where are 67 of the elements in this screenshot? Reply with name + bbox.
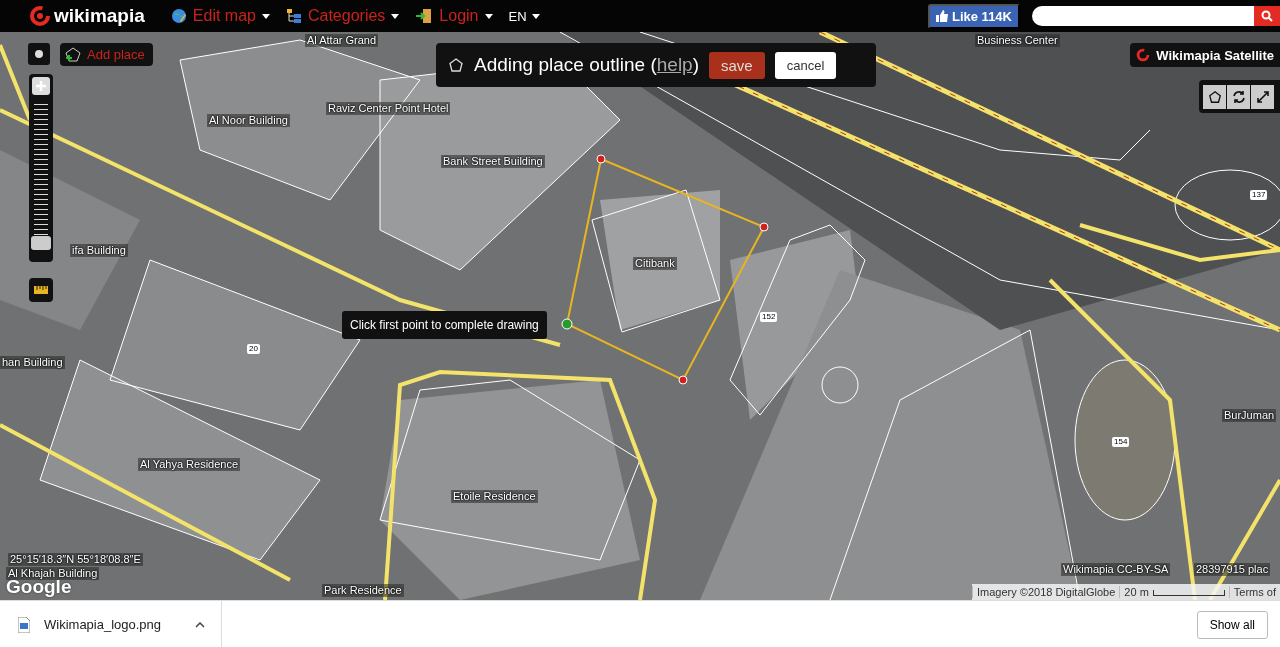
help-link[interactable]: help — [656, 54, 693, 75]
target-icon — [34, 49, 44, 59]
imagery-credit: Imagery ©2018 DigitalGlobe — [972, 586, 1120, 598]
ruler-button[interactable] — [29, 278, 53, 302]
layer-button[interactable]: Wikimapia Satellite — [1130, 43, 1280, 67]
map-label: han Building — [0, 356, 65, 369]
pentagon-icon — [448, 57, 464, 73]
zoom-slider[interactable] — [29, 74, 53, 262]
building-number: 137 — [1250, 190, 1268, 200]
refresh-button[interactable] — [1227, 84, 1250, 109]
zoom-in-button[interactable] — [32, 77, 50, 95]
cancel-button[interactable]: cancel — [774, 51, 837, 79]
language-menu[interactable]: EN — [508, 8, 527, 24]
caret-icon[interactable] — [484, 13, 493, 19]
map-label: Citibank — [633, 257, 677, 270]
logo-icon — [1136, 48, 1151, 62]
show-all-button[interactable]: Show all — [1196, 610, 1268, 639]
door-icon — [415, 8, 434, 24]
fullscreen-button[interactable] — [1251, 84, 1274, 109]
map-label: Raviz Center Point Hotel — [326, 102, 451, 115]
map-label: Bank Street Building — [441, 155, 545, 168]
image-file-icon — [18, 616, 30, 633]
expand-icon — [1255, 89, 1270, 104]
search-button[interactable] — [1254, 6, 1280, 26]
building-number: 20 — [247, 344, 260, 354]
save-button[interactable]: save — [709, 51, 765, 79]
plus-icon — [35, 80, 47, 92]
map-label: 25°15′18.3″N 55°18′08.8″E — [8, 553, 143, 566]
scale-bar: 20 m — [1119, 586, 1229, 598]
globe-icon — [170, 8, 187, 24]
like-button[interactable]: Like 114K — [928, 3, 1020, 29]
drawing-tooltip: Click first point to complete drawing — [342, 311, 547, 339]
pentagon-plus-icon — [64, 45, 82, 64]
map-label: 28397915 plac — [1194, 563, 1271, 576]
building-number: 154 — [1112, 437, 1130, 447]
map-label: Park Residence — [322, 584, 404, 597]
building-number: 152 — [760, 312, 778, 322]
caret-icon[interactable] — [391, 13, 400, 19]
panel-title: Adding place outline (help) — [474, 54, 699, 76]
downloaded-file[interactable]: Wikimapia_logo.png — [44, 617, 162, 632]
terms-link[interactable]: Terms of — [1228, 586, 1280, 598]
pentagon-icon — [1207, 89, 1222, 104]
caret-icon[interactable] — [531, 13, 540, 19]
map-label: Al Noor Building — [207, 114, 290, 127]
map-label: ifa Building — [70, 244, 128, 257]
menu-item[interactable]: Categories — [307, 7, 386, 25]
search-field[interactable] — [1032, 6, 1254, 26]
map-label: Al Attar Grand — [305, 34, 379, 47]
slider-thumb[interactable] — [31, 235, 51, 250]
polygon-tool[interactable] — [1203, 84, 1226, 109]
hierarchy-icon — [285, 8, 302, 24]
search-icon — [1261, 10, 1273, 22]
map-label: Wikimapia CC-BY-SA — [1061, 563, 1171, 576]
menu-item[interactable]: Login — [439, 7, 479, 25]
ruler-icon — [34, 286, 48, 294]
map-label: Etoile Residence — [451, 490, 538, 503]
menu-item[interactable]: Edit map — [192, 7, 256, 25]
map-label: Al Yahya Residence — [138, 458, 241, 471]
map-label: BurJuman — [1222, 409, 1277, 422]
caret-icon[interactable] — [261, 13, 270, 19]
logo-icon — [30, 6, 50, 26]
refresh-icon — [1231, 89, 1246, 104]
caret-up-icon[interactable] — [195, 621, 206, 628]
map-label: Business Center — [975, 34, 1060, 47]
locate-button[interactable] — [28, 43, 50, 65]
logo-text[interactable]: wikimapia — [54, 5, 145, 27]
thumbs-up-icon — [936, 10, 948, 22]
